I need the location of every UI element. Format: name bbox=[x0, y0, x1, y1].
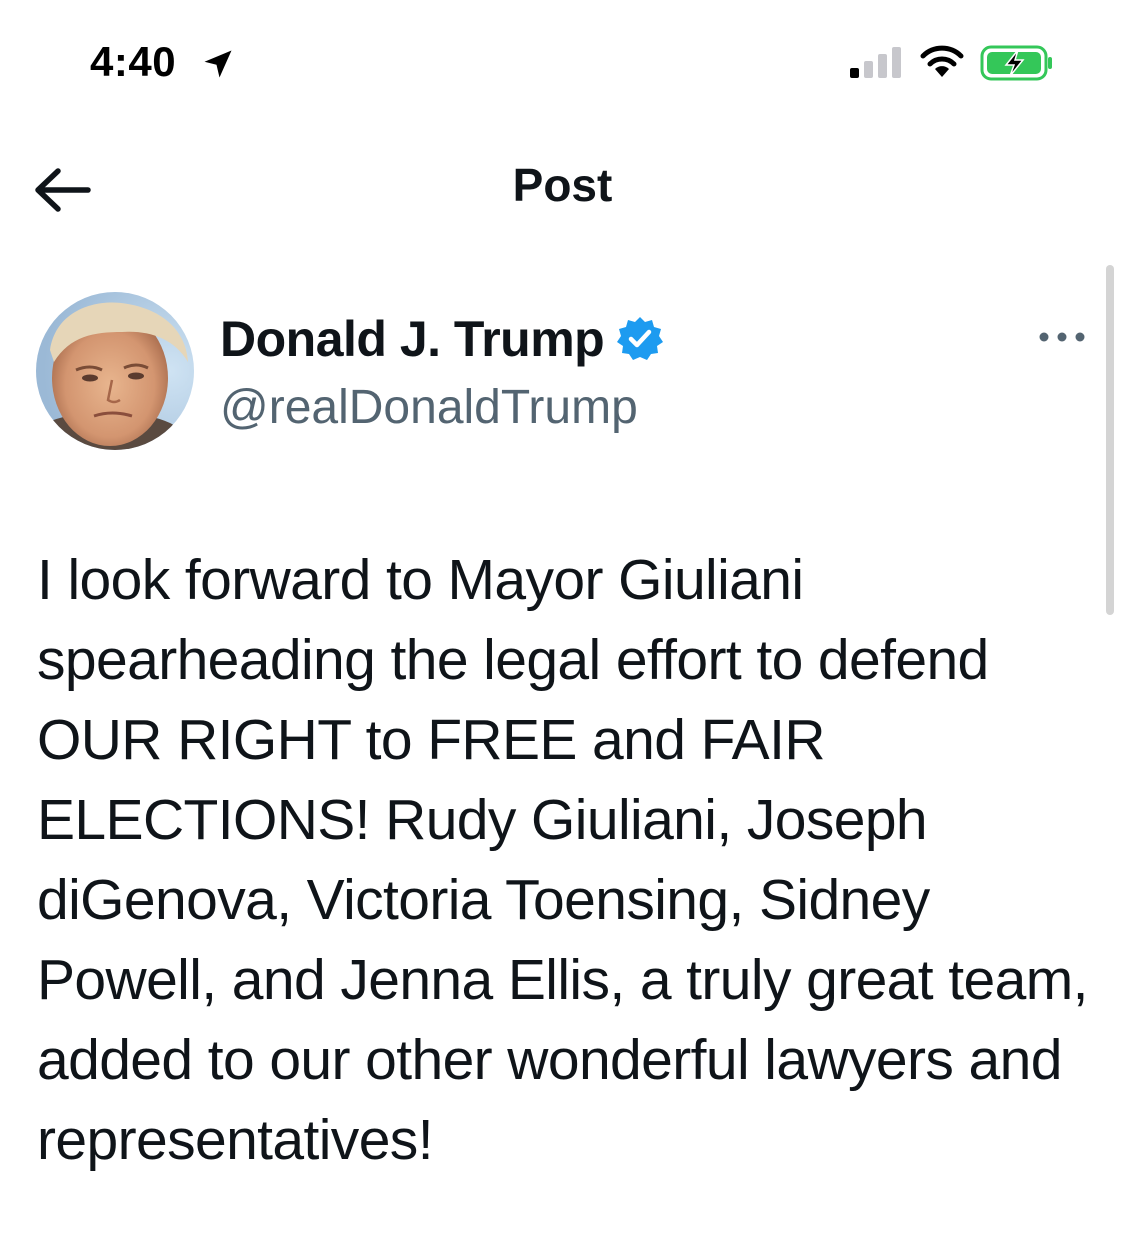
author-row: Donald J. Trump @realDonaldTrump bbox=[0, 290, 1125, 460]
nav-header: Post bbox=[0, 130, 1125, 250]
avatar-photo bbox=[36, 292, 194, 450]
author-handle[interactable]: @realDonaldTrump bbox=[220, 380, 638, 435]
author-name-line[interactable]: Donald J. Trump bbox=[220, 310, 664, 368]
avatar[interactable] bbox=[36, 292, 194, 450]
verified-badge-icon[interactable] bbox=[616, 315, 664, 363]
more-options-icon[interactable] bbox=[1036, 322, 1088, 352]
page-title: Post bbox=[512, 159, 613, 211]
battery-charging-icon bbox=[980, 45, 1052, 81]
author-name: Donald J. Trump bbox=[220, 311, 605, 367]
status-time: 4:40 bbox=[90, 38, 177, 85]
cellular-signal-icon bbox=[850, 47, 901, 78]
wifi-icon bbox=[920, 45, 964, 77]
status-bar: 4:40 bbox=[0, 0, 1125, 130]
location-arrow-icon bbox=[204, 50, 232, 78]
post-text: I look forward to Mayor Giuliani spearhe… bbox=[37, 548, 1104, 1172]
